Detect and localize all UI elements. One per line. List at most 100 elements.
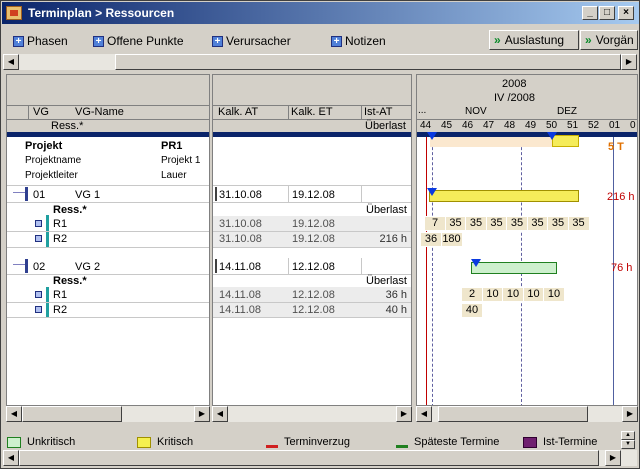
group-1-row-2-ueberlast: 216 h xyxy=(379,233,407,245)
col-ist-at-header[interactable]: Ist-AT xyxy=(364,106,393,118)
vorgaenge-label: Vorgän xyxy=(595,33,634,47)
projektleiter-value: Lauer xyxy=(161,170,187,181)
group-2-at[interactable]: 14.11.08 xyxy=(219,261,261,273)
legend-label: Ist-Termine xyxy=(543,436,598,448)
app-icon xyxy=(6,6,22,20)
minimize-button[interactable]: _ xyxy=(582,6,598,20)
scroll-right-arrow-icon[interactable]: ▶ xyxy=(194,406,210,422)
load-cell[interactable]: 10 xyxy=(543,287,565,302)
dates-scrollbar[interactable]: ◀ ▶ xyxy=(212,406,412,422)
load-cell[interactable]: 36 xyxy=(420,232,442,247)
scroll-thumb[interactable] xyxy=(22,406,122,422)
group-1-row-1-load: 7 35 35 35 35 35 35 35 xyxy=(424,216,624,231)
auslastung-button[interactable]: » Auslastung xyxy=(489,30,579,50)
title-bar: Terminplan > Ressourcen _ □ × xyxy=(2,2,639,24)
resource-node-icon xyxy=(35,306,42,313)
group-1-row-2-name[interactable]: R2 xyxy=(53,233,67,245)
notizen-button[interactable]: + Notizen xyxy=(327,32,403,50)
gantt-header: 2008 IV /2008 ... NOV DEZ 44 45 46 47 48 49 50… xyxy=(417,75,637,132)
milestone-icon xyxy=(427,188,437,196)
gantt-scrollbar[interactable]: ◀ ▶ xyxy=(416,406,638,422)
group-2-row-2-name[interactable]: R2 xyxy=(53,304,67,316)
tree-pane: VG VG-Name Ress.* Projekt PR1 Projektnam… xyxy=(6,74,210,406)
load-cell[interactable]: 35 xyxy=(485,216,508,231)
group-2-vg[interactable]: 02 xyxy=(33,261,45,273)
group-1-bar[interactable] xyxy=(429,190,579,202)
toolbar-scrollbar[interactable]: ◀ ▶ xyxy=(3,54,637,70)
scroll-right-arrow-icon[interactable]: ▶ xyxy=(605,450,621,466)
scroll-right-arrow-icon[interactable]: ▶ xyxy=(396,406,412,422)
scroll-thumb[interactable] xyxy=(115,54,621,70)
group-2-row-1-at: 14.11.08 xyxy=(219,289,262,301)
col-vgname-header[interactable]: VG-Name xyxy=(75,106,124,118)
projektleiter-label: Projektleiter xyxy=(25,170,78,181)
load-cell[interactable]: 35 xyxy=(506,216,528,231)
load-cell[interactable]: 35 xyxy=(465,216,487,231)
group-1-row-1-name[interactable]: R1 xyxy=(53,218,67,230)
group-1-total: 216 h xyxy=(607,191,635,203)
tree-scrollbar[interactable]: ◀ ▶ xyxy=(6,406,210,422)
verursacher-button[interactable]: + Verursacher xyxy=(208,32,326,50)
project-bar[interactable] xyxy=(430,137,552,147)
group-2-name[interactable]: VG 2 xyxy=(75,261,100,273)
legend-down-arrow-icon[interactable]: ▼ xyxy=(621,440,635,449)
load-cell[interactable]: 180 xyxy=(440,232,463,247)
load-cell[interactable]: 10 xyxy=(522,287,545,302)
scroll-right-arrow-icon[interactable]: ▶ xyxy=(621,54,637,70)
group-1-at[interactable]: 31.10.08 xyxy=(219,189,262,201)
scroll-thumb[interactable] xyxy=(19,450,599,466)
maximize-button[interactable]: □ xyxy=(599,6,615,20)
col-kalk-at-header[interactable]: Kalk. AT xyxy=(218,106,258,118)
group-2-row-1-et: 12.12.08 xyxy=(292,289,335,301)
projektname-value: Projekt 1 xyxy=(161,155,201,166)
scroll-left-arrow-icon[interactable]: ◀ xyxy=(3,54,19,70)
legend-terminverzug: Terminverzug xyxy=(266,436,350,448)
group-1-ress-label: Ress.* xyxy=(53,204,87,216)
load-cell[interactable]: 35 xyxy=(567,216,590,231)
swatch-icon xyxy=(266,444,278,448)
load-cell[interactable]: 7 xyxy=(424,216,446,231)
load-cell[interactable]: 40 xyxy=(461,303,483,318)
load-cell[interactable]: 35 xyxy=(444,216,467,231)
projektname-label: Projektname xyxy=(25,155,82,166)
col-kalk-et-header[interactable]: Kalk. ET xyxy=(291,106,333,118)
scroll-left-arrow-icon[interactable]: ◀ xyxy=(212,406,228,422)
scroll-left-arrow-icon[interactable]: ◀ xyxy=(3,450,19,466)
vorgaenge-button[interactable]: » Vorgän xyxy=(580,30,638,50)
group-2-bar[interactable] xyxy=(471,262,557,274)
scroll-left-arrow-icon[interactable]: ◀ xyxy=(416,406,432,422)
projekt-value: PR1 xyxy=(161,140,183,152)
legend-label: Kritisch xyxy=(157,436,194,448)
group-2-row-1-name[interactable]: R1 xyxy=(53,289,67,301)
scroll-right-arrow-icon[interactable]: ▶ xyxy=(622,406,638,422)
gantt-dots: ... xyxy=(418,105,427,116)
load-cell[interactable]: 35 xyxy=(526,216,549,231)
scroll-left-arrow-icon[interactable]: ◀ xyxy=(6,406,22,422)
group-1-name[interactable]: VG 1 xyxy=(75,189,100,201)
load-cell[interactable]: 10 xyxy=(502,287,524,302)
tree-header-band xyxy=(7,75,209,105)
group-2-row-1-ueberlast: 36 h xyxy=(385,289,407,301)
group-2-et[interactable]: 12.12.08 xyxy=(292,261,335,273)
bottom-scrollbar[interactable]: ◀ ▶ xyxy=(3,450,637,466)
week-label: 01 xyxy=(609,120,621,131)
group-1-et[interactable]: 19.12.08 xyxy=(292,189,335,201)
col-vg-header[interactable]: VG xyxy=(33,106,49,118)
legend-up-arrow-icon[interactable]: ▲ xyxy=(621,431,635,440)
col-ueberlast-header[interactable]: Überlast xyxy=(365,120,406,132)
col-ress-header[interactable]: Ress.* xyxy=(51,120,83,132)
project-total: 5 T xyxy=(608,141,624,153)
swatch-icon xyxy=(396,444,408,448)
phasen-button[interactable]: + Phasen xyxy=(9,32,87,50)
group-marker-icon xyxy=(25,259,28,273)
group-1-row-1-et: 19.12.08 xyxy=(292,218,335,230)
offene-punkte-button[interactable]: + Offene Punkte xyxy=(89,32,207,50)
close-button[interactable]: × xyxy=(618,6,634,20)
load-cell[interactable]: 10 xyxy=(481,287,504,302)
load-cell[interactable]: 35 xyxy=(547,216,569,231)
load-cell[interactable]: 2 xyxy=(461,287,483,302)
group-1-vg[interactable]: 01 xyxy=(33,189,45,201)
group-1-ueberlast-label: Überlast xyxy=(366,204,407,216)
month-nov: NOV xyxy=(465,106,487,117)
scroll-thumb[interactable] xyxy=(438,406,588,422)
